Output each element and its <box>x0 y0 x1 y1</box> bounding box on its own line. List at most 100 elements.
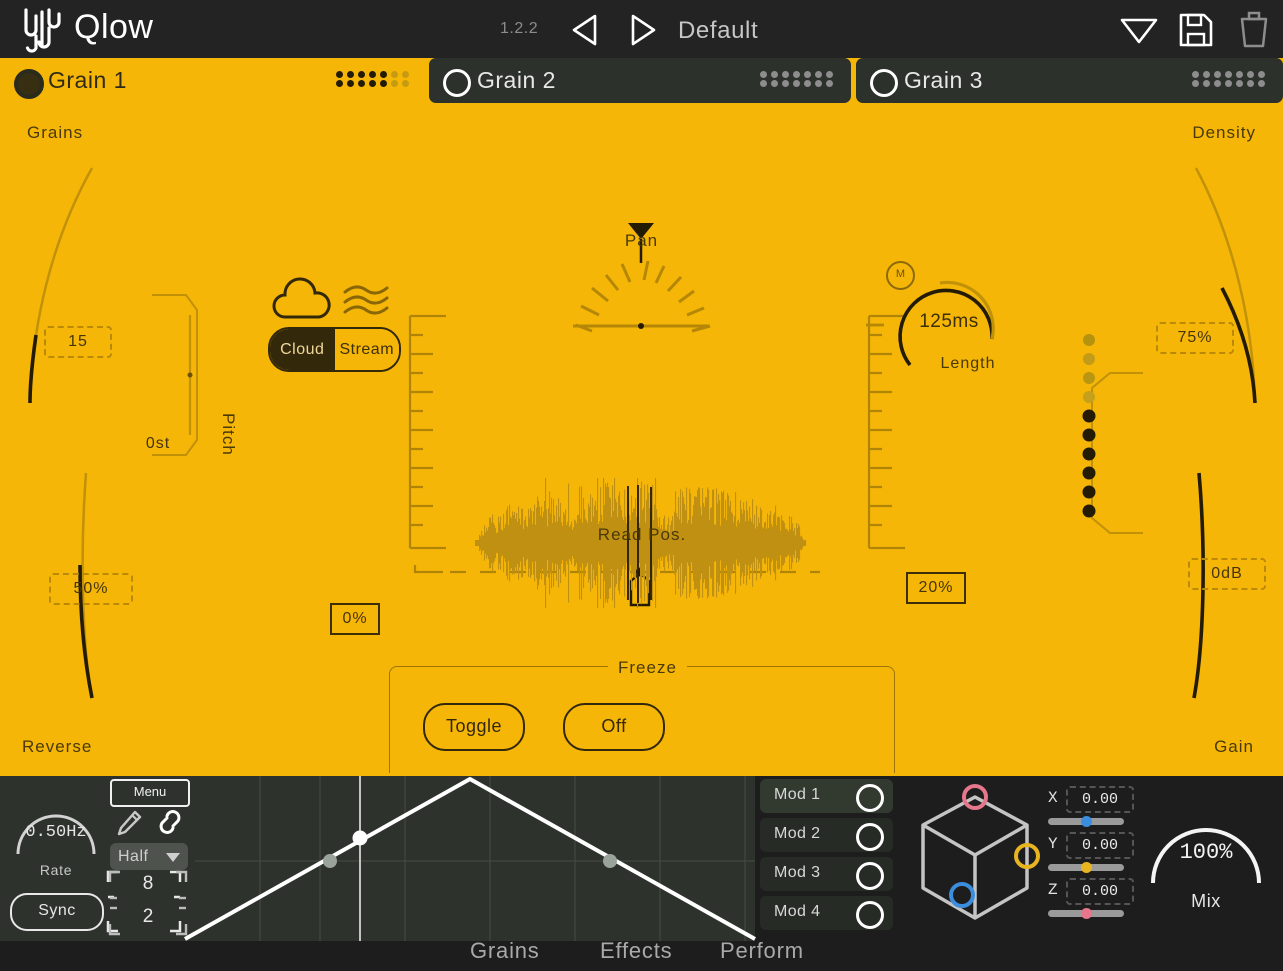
tab-perform[interactable]: Perform <box>720 938 804 964</box>
density-value[interactable]: 75% <box>1156 322 1234 354</box>
tab-dot[interactable] <box>793 80 800 87</box>
tab-dot[interactable] <box>804 80 811 87</box>
mix-value[interactable]: 100% <box>1160 840 1252 865</box>
tab-effects[interactable]: Effects <box>600 938 672 964</box>
mod-slot-1[interactable]: Mod 1 <box>760 779 893 813</box>
preset-name-label[interactable]: Default <box>678 17 758 45</box>
tab-dot[interactable] <box>1214 71 1221 78</box>
mod-slot-4-knob[interactable] <box>856 901 884 929</box>
tab-dot[interactable] <box>402 80 409 87</box>
xyz-axis-y-thumb[interactable] <box>1081 862 1092 873</box>
tab-dot[interactable] <box>358 71 365 78</box>
tab-dot[interactable] <box>826 80 833 87</box>
link-icon[interactable] <box>155 808 185 836</box>
grain-tab-3-dots[interactable] <box>1192 71 1269 89</box>
tab-dot[interactable] <box>391 71 398 78</box>
tab-dot[interactable] <box>1203 80 1210 87</box>
tab-dot[interactable] <box>760 71 767 78</box>
lfo-division-select[interactable]: Half <box>110 843 188 870</box>
tab-dot[interactable] <box>815 80 822 87</box>
tab-dot[interactable] <box>347 71 354 78</box>
mod-slot-1-knob[interactable] <box>856 784 884 812</box>
tab-dot[interactable] <box>369 71 376 78</box>
tab-dot[interactable] <box>804 71 811 78</box>
triangle-left-icon[interactable] <box>570 13 600 47</box>
tab-dot[interactable] <box>347 80 354 87</box>
read-pos-end-value[interactable]: 20% <box>906 572 966 604</box>
xyz-axis-y-value[interactable]: 0.00 <box>1066 832 1134 859</box>
length-mod-badge[interactable]: M <box>886 261 915 290</box>
tab-dot[interactable] <box>402 71 409 78</box>
grain-tab-1[interactable]: Grain 1 <box>0 58 427 103</box>
mod-slot-2[interactable]: Mod 2 <box>760 818 893 852</box>
tab-dot[interactable] <box>358 80 365 87</box>
tab-dot[interactable] <box>815 71 822 78</box>
tab-dot[interactable] <box>771 71 778 78</box>
xyz-axis-z-slider[interactable] <box>1048 910 1124 917</box>
tab-dot[interactable] <box>380 80 387 87</box>
grain-tab-3[interactable]: Grain 3 <box>856 58 1283 103</box>
tab-dot[interactable] <box>336 80 343 87</box>
stream-option[interactable]: Stream <box>335 329 400 370</box>
chevron-down-icon[interactable] <box>1118 10 1160 48</box>
tab-dot[interactable] <box>1247 71 1254 78</box>
tab-dot[interactable] <box>793 71 800 78</box>
length-value[interactable]: 125ms <box>912 311 986 333</box>
lfo-ratio-numerator[interactable]: 8 <box>108 873 188 895</box>
freeze-toggle-button[interactable]: Toggle <box>423 703 525 751</box>
cloud-stream-toggle[interactable]: Cloud Stream <box>268 327 401 372</box>
xyz-axis-z-thumb[interactable] <box>1081 908 1092 919</box>
tab-dot[interactable] <box>1203 71 1210 78</box>
pencil-icon[interactable] <box>116 810 142 836</box>
tab-dot[interactable] <box>1225 80 1232 87</box>
freeze-state-button[interactable]: Off <box>563 703 665 751</box>
lfo-menu-button[interactable]: Menu <box>110 779 190 807</box>
tab-dot[interactable] <box>1214 80 1221 87</box>
tab-dot[interactable] <box>1258 80 1265 87</box>
tab-dot[interactable] <box>391 80 398 87</box>
xyz-axis-x-value[interactable]: 0.00 <box>1066 786 1134 813</box>
xyz-cube-icon[interactable] <box>905 785 1045 930</box>
lfo-ratio-denominator[interactable]: 2 <box>108 906 188 928</box>
mod-slot-3[interactable]: Mod 3 <box>760 857 893 891</box>
grain-tab-2-dots[interactable] <box>760 71 837 89</box>
lfo-rate-value[interactable]: 0.50Hz <box>10 823 102 842</box>
tab-dot[interactable] <box>782 71 789 78</box>
tab-dot[interactable] <box>1236 71 1243 78</box>
mod-slot-3-knob[interactable] <box>856 862 884 890</box>
tab-dot[interactable] <box>1192 71 1199 78</box>
xyz-axis-x-thumb[interactable] <box>1081 816 1092 827</box>
mod-slot-2-knob[interactable] <box>856 823 884 851</box>
tab-dot[interactable] <box>380 71 387 78</box>
tab-dot[interactable] <box>369 80 376 87</box>
freeze-group-title: Freeze <box>608 658 687 678</box>
tab-dot[interactable] <box>1247 80 1254 87</box>
tab-dot[interactable] <box>771 80 778 87</box>
tab-dot[interactable] <box>782 80 789 87</box>
lfo-ratio-box[interactable]: 8 2 <box>108 870 188 936</box>
xyz-axis-x-slider[interactable] <box>1048 818 1124 825</box>
grain-tab-1-dots[interactable] <box>336 71 413 89</box>
xyz-axis-y-slider[interactable] <box>1048 864 1124 871</box>
tab-dot[interactable] <box>1225 71 1232 78</box>
grains-value[interactable]: 15 <box>44 326 112 358</box>
tab-dot[interactable] <box>760 80 767 87</box>
tab-dot[interactable] <box>1258 71 1265 78</box>
grain-tab-2[interactable]: Grain 2 <box>429 58 851 103</box>
tab-dot[interactable] <box>1192 80 1199 87</box>
mod-slot-4[interactable]: Mod 4 <box>760 896 893 930</box>
cloud-option[interactable]: Cloud <box>270 329 335 370</box>
tab-dot[interactable] <box>1236 80 1243 87</box>
floppy-disk-icon[interactable] <box>1176 10 1216 50</box>
xyz-axis-z-value[interactable]: 0.00 <box>1066 878 1134 905</box>
pitch-value[interactable]: 0st <box>112 430 204 458</box>
tab-dot[interactable] <box>336 71 343 78</box>
triangle-right-icon[interactable] <box>628 13 658 47</box>
tab-dot[interactable] <box>826 71 833 78</box>
read-pos-start-value[interactable]: 0% <box>330 603 380 635</box>
reverse-value[interactable]: 50% <box>49 573 133 605</box>
gain-value[interactable]: 0dB <box>1188 558 1266 590</box>
trash-icon[interactable] <box>1236 10 1272 50</box>
tab-grains[interactable]: Grains <box>470 938 540 964</box>
lfo-sync-button[interactable]: Sync <box>10 893 104 931</box>
